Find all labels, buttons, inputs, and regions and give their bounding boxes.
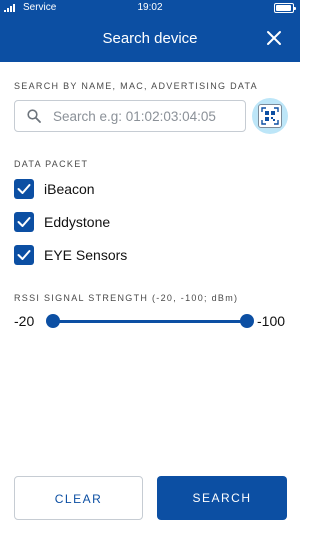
status-time: 19:02: [137, 2, 163, 13]
search-label: SEARCH BY NAME, MAC, ADVERTISING DATA: [14, 81, 258, 91]
checkbox-eddystone[interactable]: Eddystone: [14, 212, 214, 234]
rssi-slider-min-handle[interactable]: [46, 314, 60, 328]
qr-scan-button[interactable]: [258, 104, 282, 128]
checkbox-ibeacon[interactable]: iBeacon: [14, 179, 214, 201]
rssi-slider-track[interactable]: [52, 320, 247, 323]
search-icon: [27, 109, 41, 123]
data-packet-label: DATA PACKET: [14, 159, 89, 169]
checkbox-label: iBeacon: [44, 181, 95, 197]
header: Service 19:02 Search device: [0, 0, 300, 62]
checkbox-eye-sensors[interactable]: EYE Sensors: [14, 245, 214, 267]
search-button[interactable]: SEARCH: [157, 476, 287, 520]
checkbox-checked-icon: [14, 245, 34, 265]
search-input[interactable]: [53, 102, 243, 130]
checkbox-label: EYE Sensors: [44, 247, 128, 263]
rssi-min-value: -20: [14, 313, 35, 329]
checkbox-label: Eddystone: [44, 214, 111, 230]
battery-icon: [274, 3, 296, 13]
checkbox-checked-icon: [14, 212, 34, 232]
clear-button[interactable]: CLEAR: [14, 476, 143, 520]
page-title: Search device: [102, 30, 198, 47]
rssi-label: RSSI SIGNAL STRENGTH (-20, -100; dBm): [14, 293, 239, 303]
status-bar: Service 19:02: [0, 0, 300, 16]
search-field[interactable]: [14, 100, 246, 132]
rssi-slider-max-handle[interactable]: [240, 314, 254, 328]
rssi-max-value: -100: [257, 313, 286, 329]
close-icon[interactable]: [266, 30, 286, 46]
checkbox-checked-icon: [14, 179, 34, 199]
qr-scan-icon: [261, 107, 279, 125]
